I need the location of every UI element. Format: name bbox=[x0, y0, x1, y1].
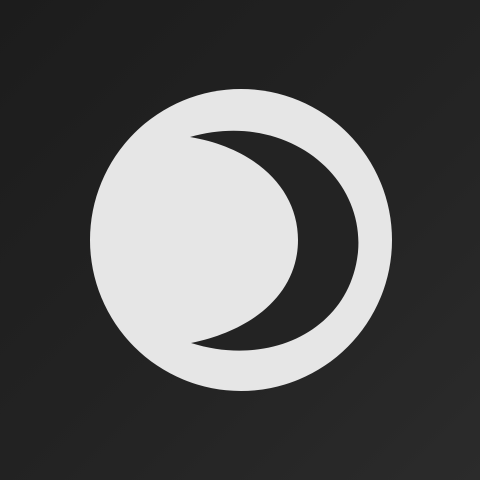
moon-in-circle-icon bbox=[90, 89, 392, 391]
app-icon-tile[interactable] bbox=[0, 0, 480, 480]
